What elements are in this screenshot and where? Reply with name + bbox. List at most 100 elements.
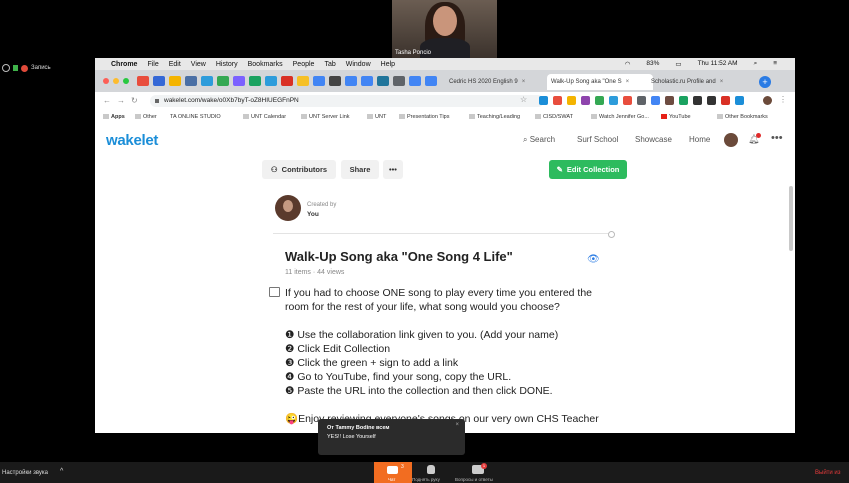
- edit-collection-button[interactable]: ✎ Edit Collection: [549, 160, 627, 179]
- tab-scholastic[interactable]: Scholastic.ru Profile and ×: [647, 74, 755, 90]
- tab-walkup-song[interactable]: Walk-Up Song aka "One S ×: [547, 74, 653, 90]
- extension-icon[interactable]: [567, 96, 576, 105]
- close-icon[interactable]: ×: [455, 422, 459, 428]
- pinned-tab-icon[interactable]: [329, 76, 341, 86]
- battery-icon[interactable]: ▭: [675, 60, 681, 68]
- bookmark-ta-online[interactable]: TA ONLINE STUDIO: [170, 114, 221, 120]
- pinned-tab-icon[interactable]: [185, 76, 197, 86]
- close-window-icon[interactable]: [103, 78, 109, 84]
- new-tab-icon[interactable]: +: [759, 76, 771, 88]
- pinned-tab-icon[interactable]: [377, 76, 389, 86]
- extension-icon[interactable]: [539, 96, 548, 105]
- creator-name[interactable]: You: [307, 211, 319, 218]
- extension-icon[interactable]: [679, 96, 688, 105]
- audio-settings[interactable]: Настройки звука: [2, 470, 48, 476]
- menu-bookmarks[interactable]: Bookmarks: [248, 61, 283, 68]
- menu-list-icon[interactable]: ≡: [773, 60, 777, 68]
- chat-button[interactable]: 3 Чат: [374, 462, 412, 483]
- pinned-tab-icon[interactable]: [217, 76, 229, 86]
- tab-cedric[interactable]: Cedric HS 2020 English 9 ×: [445, 74, 553, 90]
- pinned-tab-icon[interactable]: [153, 76, 165, 86]
- bookmark-watch-jennifer[interactable]: Watch Jennifer Go...: [591, 114, 649, 120]
- extension-icon[interactable]: [609, 96, 618, 105]
- raise-hand-label[interactable]: Поднять руку: [412, 477, 440, 482]
- pinned-tab-icon[interactable]: [265, 76, 277, 86]
- nav-home[interactable]: Home: [689, 135, 710, 144]
- search-icon[interactable]: ⌕: [754, 60, 758, 68]
- extension-icon[interactable]: [553, 96, 562, 105]
- wakelet-logo[interactable]: wakelet: [106, 132, 158, 149]
- nav-search[interactable]: ⌕ Search: [523, 135, 555, 145]
- page-scrollbar[interactable]: [789, 186, 793, 251]
- nav-showcase[interactable]: Showcase: [635, 135, 672, 144]
- close-tab-icon[interactable]: ×: [522, 79, 526, 85]
- extension-icon[interactable]: [623, 96, 632, 105]
- pinned-tab-icon[interactable]: [313, 76, 325, 86]
- menu-help[interactable]: Help: [381, 61, 395, 68]
- extension-icon[interactable]: [707, 96, 716, 105]
- back-icon[interactable]: ←: [103, 96, 111, 105]
- menu-view[interactable]: View: [191, 61, 206, 68]
- menu-tab[interactable]: Tab: [324, 61, 335, 68]
- nav-surf-school[interactable]: Surf School: [577, 135, 618, 144]
- clock[interactable]: Thu 11:52 AM: [698, 60, 738, 68]
- bookmark-unt-calendar[interactable]: UNT Calendar: [243, 114, 286, 120]
- leave-button[interactable]: Выйти из: [815, 470, 841, 476]
- bookmark-presentation-tips[interactable]: Presentation Tips: [399, 114, 450, 120]
- pinned-tab-icon[interactable]: [281, 76, 293, 86]
- pinned-tab-icon[interactable]: [201, 76, 213, 86]
- pinned-tab-icon[interactable]: [249, 76, 261, 86]
- bookmark-star-icon[interactable]: ☆: [520, 95, 527, 104]
- bookmark-apps[interactable]: Apps: [103, 114, 125, 120]
- chrome-menu-icon[interactable]: ⋮: [779, 95, 787, 104]
- user-avatar[interactable]: [724, 133, 738, 147]
- profile-avatar-icon[interactable]: [763, 96, 772, 105]
- close-tab-icon[interactable]: ×: [720, 79, 724, 85]
- contributors-button[interactable]: ⚇ Contributors: [262, 160, 336, 179]
- extension-icon[interactable]: [693, 96, 702, 105]
- bookmark-unt[interactable]: UNT: [367, 114, 386, 120]
- share-button[interactable]: Share: [341, 160, 379, 179]
- bookmark-unt-server[interactable]: UNT Server Link: [301, 114, 350, 120]
- pinned-tab-icon[interactable]: [409, 76, 421, 86]
- info-icon[interactable]: [2, 64, 10, 72]
- pinned-tab-icon[interactable]: [361, 76, 373, 86]
- bookmark-other[interactable]: Other: [135, 114, 157, 120]
- forward-icon[interactable]: →: [117, 96, 125, 105]
- pinned-tab-icon[interactable]: [297, 76, 309, 86]
- pinned-tab-icon[interactable]: [393, 76, 405, 86]
- url-field[interactable]: wakelet.com/wake/o0Xb7byT-oZ8HIUEGFnPN: [150, 95, 544, 107]
- reload-icon[interactable]: ↻: [131, 96, 138, 105]
- close-tab-icon[interactable]: ×: [626, 79, 630, 85]
- extension-icon[interactable]: [651, 96, 660, 105]
- qa-label[interactable]: Вопросы и ответы: [455, 477, 493, 482]
- menu-file[interactable]: File: [147, 61, 158, 68]
- pinned-tab-icon[interactable]: [345, 76, 357, 86]
- pinned-tab-icon[interactable]: [233, 76, 245, 86]
- extension-icon[interactable]: [595, 96, 604, 105]
- notifications-bell-icon[interactable]: 🔔︎: [748, 133, 762, 145]
- more-options-button[interactable]: •••: [383, 160, 403, 179]
- bookmark-teaching-leading[interactable]: Teaching/Leading: [469, 114, 520, 120]
- menu-chrome[interactable]: Chrome: [111, 61, 137, 68]
- minimize-window-icon[interactable]: [113, 78, 119, 84]
- chevron-up-icon[interactable]: ^: [60, 468, 63, 475]
- pinned-tab-icon[interactable]: [425, 76, 437, 86]
- pinned-tab-icon[interactable]: [169, 76, 181, 86]
- pinned-tab-icon[interactable]: [137, 76, 149, 86]
- raise-hand-icon[interactable]: [427, 465, 435, 474]
- more-menu-icon[interactable]: •••: [771, 132, 783, 144]
- extension-icon[interactable]: [665, 96, 674, 105]
- creator-avatar[interactable]: [275, 195, 301, 221]
- menu-people[interactable]: People: [293, 61, 315, 68]
- extension-icon[interactable]: [581, 96, 590, 105]
- extension-icon[interactable]: [735, 96, 744, 105]
- bookmark-other-bookmarks[interactable]: Other Bookmarks: [717, 114, 768, 120]
- menu-window[interactable]: Window: [346, 61, 371, 68]
- bookmark-youtube[interactable]: YouTube: [661, 114, 691, 120]
- menu-edit[interactable]: Edit: [169, 61, 181, 68]
- participant-video[interactable]: Tasha Poncio: [392, 0, 497, 58]
- menu-history[interactable]: History: [216, 61, 238, 68]
- wifi-icon[interactable]: ◠: [625, 60, 631, 68]
- bookmark-cisd-swat[interactable]: CISD/SWAT: [535, 114, 573, 120]
